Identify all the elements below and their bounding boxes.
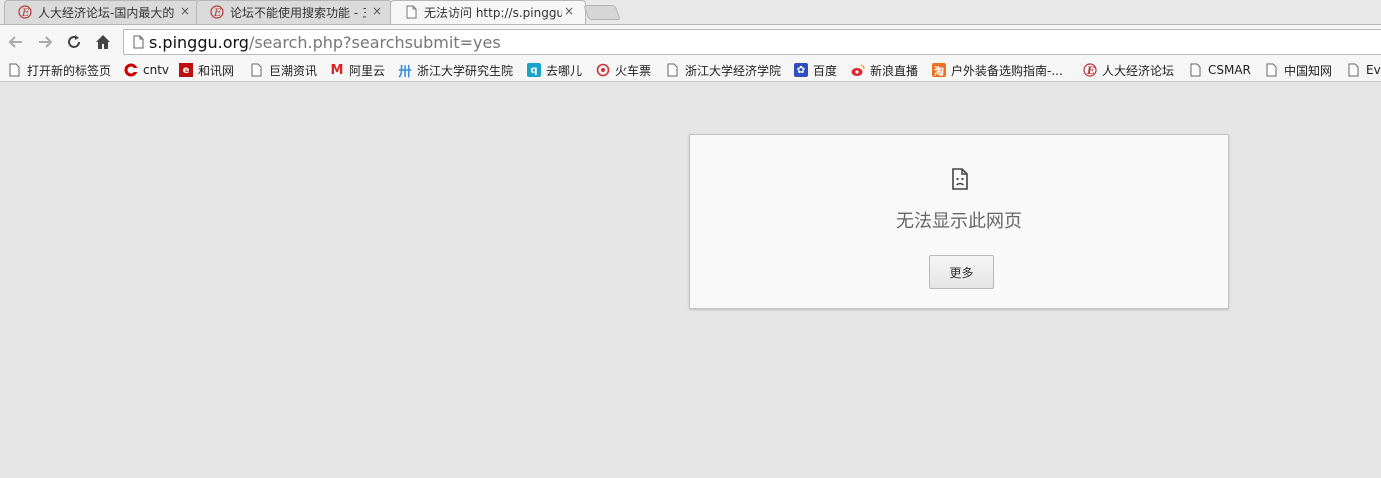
tab-close-icon[interactable]: × xyxy=(564,4,574,18)
bookmark-label: 户外装备选购指南-... xyxy=(951,63,1063,78)
bookmarks-bar: 打开新的标签页 cntv e 和讯网 巨潮资讯 M 阿里云 卅 浙江大学研究生院… xyxy=(0,58,1381,82)
page-icon xyxy=(133,35,145,52)
tab-search-issue[interactable]: E 论坛不能使用搜索功能 - 三 × xyxy=(196,0,392,24)
bookmark-label: 和讯网 xyxy=(198,63,235,78)
cntv-icon xyxy=(124,63,138,77)
url-text[interactable]: s.pinggu.org/search.php?searchsubmit=yes xyxy=(149,33,501,52)
bookmark-label: 百度 xyxy=(813,63,838,78)
baidu-icon: ✿ xyxy=(794,63,808,77)
12306-icon xyxy=(596,63,610,77)
bookmark-label: 巨潮资讯 xyxy=(269,63,318,78)
hexun-icon: e xyxy=(179,63,193,77)
bookmark-label: 阿里云 xyxy=(349,63,386,78)
tab-pinggu-home[interactable]: E 人大经济论坛-国内最大的 × xyxy=(4,0,200,24)
page-icon xyxy=(666,63,680,77)
bookmark-label: 打开新的标签页 xyxy=(27,63,112,78)
tab-close-icon[interactable]: × xyxy=(180,4,190,18)
pinggu-e-icon: E xyxy=(210,5,224,19)
bookmark-label: 中国知网 xyxy=(1284,63,1333,78)
bookmark-train-tickets[interactable]: 火车票 xyxy=(596,61,651,79)
tab-close-icon[interactable]: × xyxy=(372,4,382,18)
forward-arrow-icon xyxy=(39,36,53,48)
qunar-icon: q xyxy=(527,63,541,77)
forward-button[interactable] xyxy=(34,31,56,53)
bookmark-label: 新浪直播 xyxy=(870,63,919,78)
reload-button[interactable] xyxy=(63,31,85,53)
url-path: /search.php?searchsubmit=yes xyxy=(248,33,501,52)
error-card: 无法显示此网页 更多 xyxy=(689,134,1229,309)
bookmark-zju-econ[interactable]: 浙江大学经济学院 xyxy=(666,61,781,79)
bookmark-label: 浙江大学经济学院 xyxy=(685,63,782,78)
toolbar: s.pinggu.org/search.php?searchsubmit=yes xyxy=(0,24,1381,58)
more-button[interactable]: 更多 xyxy=(929,255,994,289)
bookmark-outdoor-guide[interactable]: 淘 户外装备选购指南-... xyxy=(932,61,1063,79)
pinggu-e-icon: E xyxy=(18,5,32,19)
weibo-icon xyxy=(851,63,865,77)
tab-title: 人大经济论坛-国内最大的 xyxy=(38,6,175,20)
bookmark-cntv[interactable]: cntv xyxy=(124,61,169,79)
tab-title: 论坛不能使用搜索功能 - 三 xyxy=(230,6,366,20)
bookmark-label: cntv xyxy=(143,63,170,77)
bookmark-label: Eve xyxy=(1366,63,1381,77)
page-icon xyxy=(1265,63,1279,77)
svg-text:E: E xyxy=(21,8,30,19)
bookmark-label: 火车票 xyxy=(615,63,652,78)
page-icon xyxy=(8,63,22,77)
bookmark-pinggu[interactable]: E 人大经济论坛 xyxy=(1083,61,1174,79)
new-tab-button[interactable] xyxy=(583,5,621,20)
bookmark-new-tab[interactable]: 打开新的标签页 xyxy=(8,61,111,79)
address-bar[interactable]: s.pinggu.org/search.php?searchsubmit=yes xyxy=(123,29,1381,55)
svg-text:E: E xyxy=(1086,66,1095,77)
home-icon xyxy=(96,35,110,49)
bookmark-eve[interactable]: Eve xyxy=(1347,61,1381,79)
svg-text:E: E xyxy=(213,8,222,19)
bookmark-cninfo[interactable]: 巨潮资讯 xyxy=(250,61,317,79)
aliyun-icon: M xyxy=(330,62,344,78)
pinggu-e-icon: E xyxy=(1083,63,1097,77)
url-host: s.pinggu.org xyxy=(149,33,249,52)
page-icon xyxy=(250,63,264,77)
bookmark-qunar[interactable]: q 去哪儿 xyxy=(527,61,582,79)
bookmark-label: 去哪儿 xyxy=(546,63,583,78)
home-button[interactable] xyxy=(92,31,114,53)
bookmark-sina-live[interactable]: 新浪直播 xyxy=(851,61,918,79)
reload-icon xyxy=(68,35,80,48)
tab-error-page[interactable]: 无法访问 http://s.pinggu × xyxy=(390,0,586,24)
bookmark-zju-grad[interactable]: 卅 浙江大学研究生院 xyxy=(398,61,514,80)
tab-strip: E 人大经济论坛-国内最大的 × E 论坛不能使用搜索功能 - 三 × 无法访问… xyxy=(0,0,1381,24)
bookmark-aliyun[interactable]: M 阿里云 xyxy=(330,61,385,79)
bookmark-label: 人大经济论坛 xyxy=(1102,63,1175,78)
taobao-icon: 淘 xyxy=(932,63,946,78)
page-icon xyxy=(1347,63,1361,77)
page-icon xyxy=(1189,63,1203,77)
bookmark-baidu[interactable]: ✿ 百度 xyxy=(794,61,837,79)
sad-page-icon xyxy=(952,168,968,193)
bookmark-label: 浙江大学研究生院 xyxy=(417,63,514,78)
bookmark-csmar[interactable]: CSMAR xyxy=(1189,61,1251,79)
zju-icon: 卅 xyxy=(398,64,412,80)
error-message: 无法显示此网页 xyxy=(896,211,1022,232)
tab-title: 无法访问 http://s.pinggu xyxy=(424,6,562,20)
bookmark-label: CSMAR xyxy=(1208,63,1251,77)
back-arrow-icon xyxy=(8,36,22,48)
back-button[interactable] xyxy=(5,31,27,53)
bookmark-hexun[interactable]: e 和讯网 xyxy=(179,61,234,79)
bookmark-cnki[interactable]: 中国知网 xyxy=(1265,61,1332,79)
page-icon xyxy=(404,5,418,19)
